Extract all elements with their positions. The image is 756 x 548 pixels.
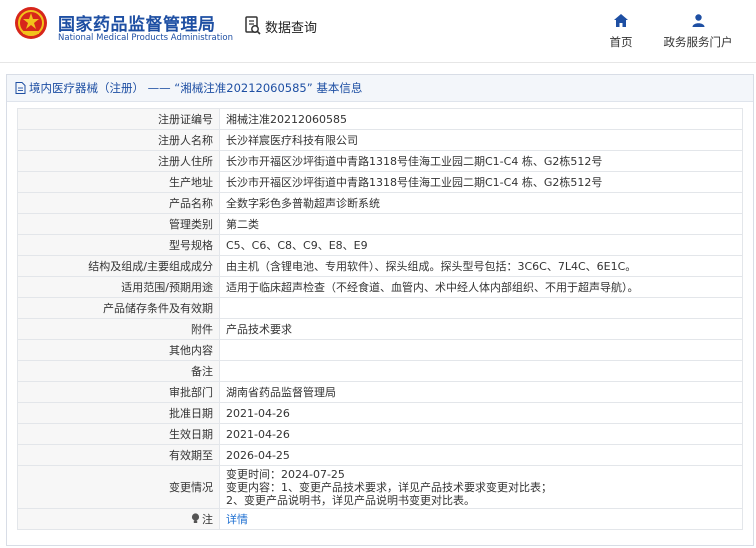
field-label: 型号规格 xyxy=(17,234,220,256)
table-row: 审批部门 湖南省药品监督管理局 xyxy=(17,381,743,403)
field-value: 2026-04-25 xyxy=(219,444,743,466)
site-name[interactable]: 国家药品监督管理局 xyxy=(58,10,216,35)
change-line: 变更内容：1、变更产品技术要求，详见产品技术要求变更对比表； xyxy=(226,480,552,494)
site-header: 国家药品监督管理局 National Medical Products Admi… xyxy=(0,0,756,63)
nav-service-portal[interactable]: 政务服务门户 xyxy=(656,12,740,50)
field-value: 长沙市开福区沙坪街道中青路1318号佳海工业园二期C1-C4 栋、G2栋512号 xyxy=(219,171,743,193)
national-emblem-icon xyxy=(15,7,47,39)
field-label: 审批部门 xyxy=(17,381,220,403)
search-document-icon xyxy=(245,16,261,35)
table-row: 批准日期 2021-04-26 xyxy=(17,402,743,424)
field-label: 注册人住所 xyxy=(17,150,220,172)
field-value: 湘械注准20212060585 xyxy=(219,108,743,130)
field-label: 有效期至 xyxy=(17,444,220,466)
field-label: 结构及组成/主要组成成分 xyxy=(17,255,220,277)
table-row-change: 变更情况 变更时间：2024-07-25 变更内容：1、变更产品技术要求，详见产品技… xyxy=(17,465,743,509)
field-label: 产品储存条件及有效期 xyxy=(17,297,220,319)
bulb-icon xyxy=(191,513,200,523)
data-query-label: 数据查询 xyxy=(265,20,318,36)
table-row: 附件 产品技术要求 xyxy=(17,318,743,340)
change-line: 2、变更产品说明书，详见产品说明书变更对比表。 xyxy=(226,493,475,507)
field-label: 生产地址 xyxy=(17,171,220,193)
field-value: 由主机（含锂电池、专用软件）、探头组成。探头型号包括：3C6C、7L4C、6E1… xyxy=(219,255,743,277)
table-row: 生效日期 2021-04-26 xyxy=(17,423,743,445)
field-value: 2021-04-26 xyxy=(219,423,743,445)
table-row: 产品名称 全数字彩色多普勒超声诊断系统 xyxy=(17,192,743,214)
table-row: 有效期至 2026-04-25 xyxy=(17,444,743,466)
field-label: 变更情况 xyxy=(17,465,220,509)
field-label: 其他内容 xyxy=(17,339,220,361)
nav-home-label: 首页 xyxy=(609,35,633,49)
field-value: 详情 xyxy=(219,508,743,530)
field-label: 管理类别 xyxy=(17,213,220,235)
table-row: 生产地址 长沙市开福区沙坪街道中青路1318号佳海工业园二期C1-C4 栋、G2栋… xyxy=(17,171,743,193)
table-row: 结构及组成/主要组成成分 由主机（含锂电池、专用软件）、探头组成。探头型号包括：3… xyxy=(17,255,743,277)
site-name-en: National Medical Products Administration xyxy=(58,33,233,43)
field-value: 第二类 xyxy=(219,213,743,235)
table-row: 注册人名称 长沙祥宸医疗科技有限公司 xyxy=(17,129,743,151)
table-row: 其他内容 xyxy=(17,339,743,361)
device-info-table: 注册证编号 湘械注准20212060585 注册人名称 长沙祥宸医疗科技有限公司 注册人… xyxy=(17,108,743,530)
table-row: 适用范围/预期用途 适用于临床超声检查（不经食道、血管内、术中经人体内部组织、不用… xyxy=(17,276,743,298)
field-value xyxy=(219,297,743,319)
field-label: 产品名称 xyxy=(17,192,220,214)
field-label: 注册人名称 xyxy=(17,129,220,151)
field-value: 产品技术要求 xyxy=(219,318,743,340)
field-value: 2021-04-26 xyxy=(219,402,743,424)
change-line: 变更时间：2024-07-25 xyxy=(226,467,345,481)
change-content: 变更时间：2024-07-25 变更内容：1、变更产品技术要求，详见产品技术要求变… xyxy=(219,465,743,509)
field-value xyxy=(219,339,743,361)
document-icon xyxy=(15,82,26,94)
table-row-note: 注详情 xyxy=(17,508,743,530)
details-link[interactable]: 详情 xyxy=(226,513,248,526)
field-value: 长沙祥宸医疗科技有限公司 xyxy=(219,129,743,151)
field-value: C5、C6、C8、C9、E8、E9 xyxy=(219,234,743,256)
user-icon xyxy=(692,14,704,27)
table-row: 注册人住所 长沙市开福区沙坪街道中青路1318号佳海工业园二期C1-C4 栋、G2… xyxy=(17,150,743,172)
nav-service-portal-label: 政务服务门户 xyxy=(663,35,733,49)
field-value: 湖南省药品监督管理局 xyxy=(219,381,743,403)
table-row: 型号规格 C5、C6、C8、C9、E8、E9 xyxy=(17,234,743,256)
field-value xyxy=(219,360,743,382)
field-value: 全数字彩色多普勒超声诊断系统 xyxy=(219,192,743,214)
field-label: 批准日期 xyxy=(17,402,220,424)
panel-title: 境内医疗器械（注册） —— “湘械注准20212060585” 基本信息 xyxy=(29,81,363,95)
note-label: 注 xyxy=(202,513,213,526)
home-icon xyxy=(614,14,628,27)
field-label-note: 注 xyxy=(17,508,220,530)
data-query-link[interactable]: 数据查询 xyxy=(244,16,317,36)
field-value: 长沙市开福区沙坪街道中青路1318号佳海工业园二期C1-C4 栋、G2栋512号 xyxy=(219,150,743,172)
detail-panel: 境内医疗器械（注册） —— “湘械注准20212060585” 基本信息 注册证… xyxy=(6,74,754,546)
field-value: 适用于临床超声检查（不经食道、血管内、术中经人体内部组织、不用于超声导航）。 xyxy=(219,276,743,298)
table-row: 管理类别 第二类 xyxy=(17,213,743,235)
panel-title-bar: 境内医疗器械（注册） —— “湘械注准20212060585” 基本信息 xyxy=(7,75,753,102)
field-label: 备注 xyxy=(17,360,220,382)
field-label: 适用范围/预期用途 xyxy=(17,276,220,298)
field-label: 附件 xyxy=(17,318,220,340)
nav-home[interactable]: 首页 xyxy=(604,12,638,50)
field-label: 生效日期 xyxy=(17,423,220,445)
field-label: 注册证编号 xyxy=(17,108,220,130)
table-row: 备注 xyxy=(17,360,743,382)
table-row: 产品储存条件及有效期 xyxy=(17,297,743,319)
table-row: 注册证编号 湘械注准20212060585 xyxy=(17,108,743,130)
